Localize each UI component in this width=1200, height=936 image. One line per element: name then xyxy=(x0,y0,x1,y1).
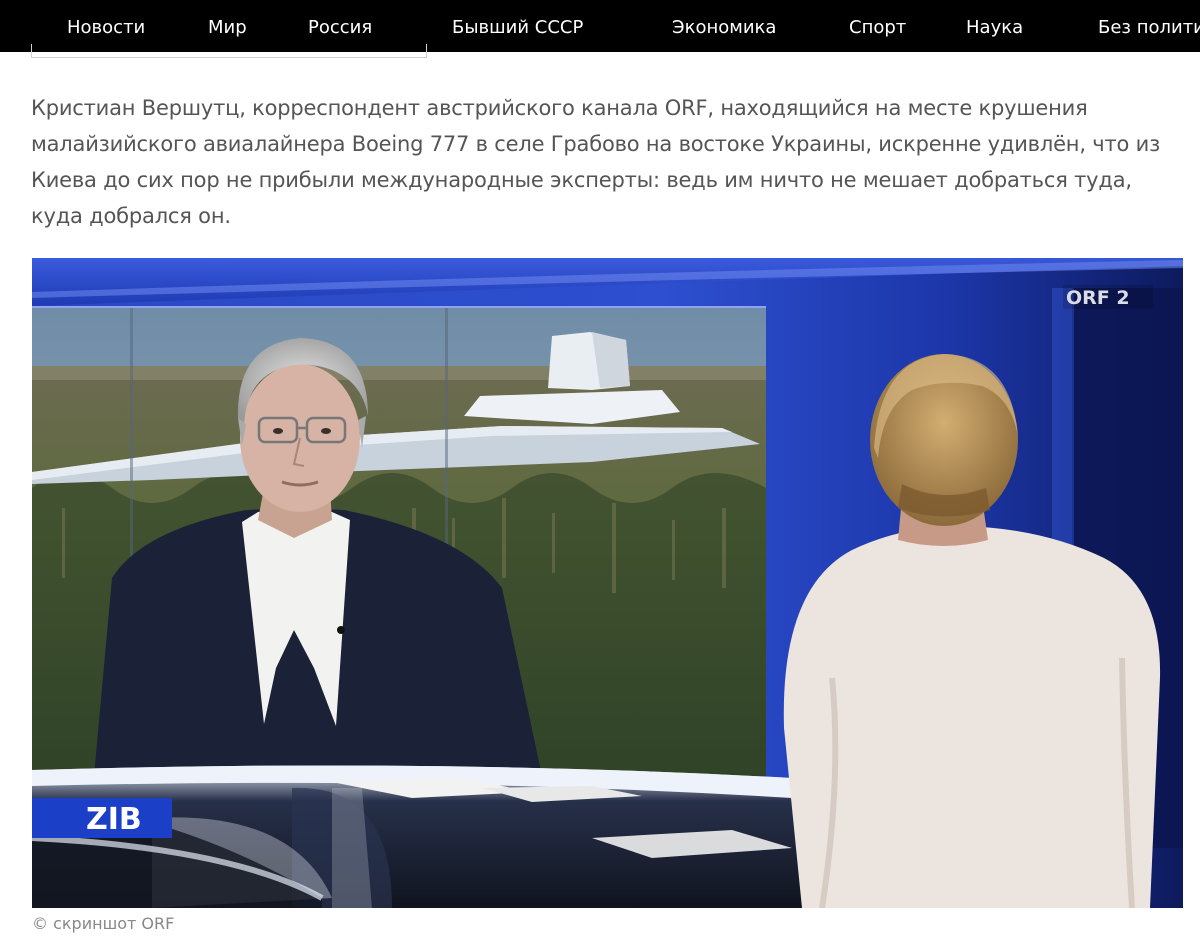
nav-item-science[interactable]: Наука xyxy=(966,0,1023,52)
nav-item-economy[interactable]: Экономика xyxy=(672,0,776,52)
nav-item-sport[interactable]: Спорт xyxy=(849,0,906,52)
orf2-logo: ORF 2 xyxy=(1063,285,1153,309)
tv-screenshot: ORF 2 ZIB xyxy=(32,258,1183,908)
article-lead: Кристиан Вершутц, корреспондент австрийс… xyxy=(31,96,1161,228)
zib-logo: ZIB xyxy=(32,798,172,838)
svg-text:ORF 2: ORF 2 xyxy=(1066,287,1130,309)
image-caption: © скриншот ORF xyxy=(32,914,175,933)
svg-text:ZIB: ZIB xyxy=(86,802,142,837)
article-image[interactable]: ORF 2 ZIB xyxy=(32,258,1183,908)
previous-block-edge xyxy=(31,44,427,58)
nav-item-no-politics[interactable]: Без полити xyxy=(1098,0,1200,52)
nav-item-former-ussr[interactable]: Бывший СССР xyxy=(452,0,583,52)
